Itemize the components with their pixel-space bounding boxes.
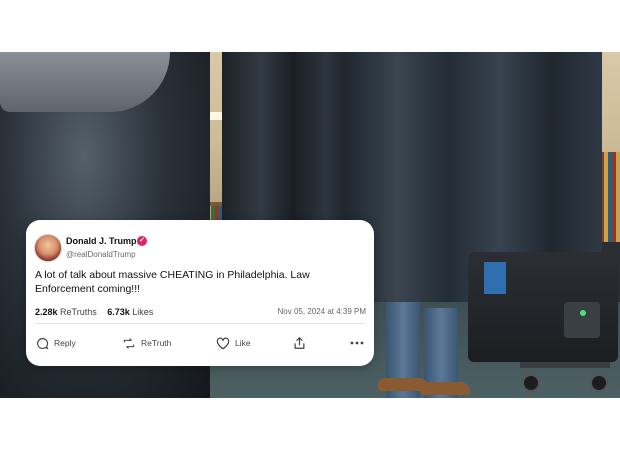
verified-badge-icon: ✓ bbox=[137, 236, 147, 246]
reply-icon bbox=[37, 337, 49, 349]
post-text: A lot of talk about massive CHEATING in … bbox=[35, 269, 310, 295]
machine-label bbox=[484, 262, 506, 294]
divider bbox=[35, 323, 365, 324]
retruths-count[interactable]: 2.28k bbox=[35, 307, 58, 317]
reply-label: Reply bbox=[54, 338, 76, 348]
likes-count[interactable]: 6.73k bbox=[107, 307, 130, 317]
user-handle[interactable]: @realDonaldTrump bbox=[66, 250, 136, 259]
more-button[interactable] bbox=[350, 333, 369, 353]
post-stats: 2.28k ReTruths 6.73k Likes bbox=[35, 307, 153, 317]
like-button[interactable]: Like bbox=[216, 333, 251, 353]
retruth-label: ReTruth bbox=[141, 338, 172, 348]
share-icon bbox=[294, 337, 305, 349]
retruths-label[interactable]: ReTruths bbox=[60, 307, 97, 317]
cart-wheel bbox=[590, 374, 608, 392]
display-name[interactable]: Donald J. Trump bbox=[66, 236, 137, 246]
action-bar: Reply ReTruth Like bbox=[26, 333, 374, 353]
likes-label[interactable]: Likes bbox=[132, 307, 153, 317]
retruth-icon bbox=[123, 337, 135, 349]
share-button[interactable] bbox=[293, 333, 311, 353]
bookshelf bbox=[600, 152, 620, 242]
status-led bbox=[580, 310, 586, 316]
reply-button[interactable]: Reply bbox=[36, 333, 76, 353]
voter-shoe bbox=[420, 382, 470, 395]
post-timestamp[interactable]: Nov 05, 2024 at 4:39 PM bbox=[278, 307, 367, 316]
avatar[interactable] bbox=[34, 234, 62, 262]
voting-machine bbox=[468, 252, 618, 362]
cart-wheel bbox=[522, 374, 540, 392]
retruth-button[interactable]: ReTruth bbox=[122, 333, 171, 353]
machine-cart bbox=[520, 362, 610, 368]
machine-panel bbox=[564, 302, 600, 338]
heart-icon bbox=[216, 337, 230, 349]
like-label: Like bbox=[235, 338, 251, 348]
more-icon bbox=[350, 341, 364, 345]
truth-social-post: Donald J. Trump ✓ @realDonaldTrump A lot… bbox=[26, 220, 374, 366]
